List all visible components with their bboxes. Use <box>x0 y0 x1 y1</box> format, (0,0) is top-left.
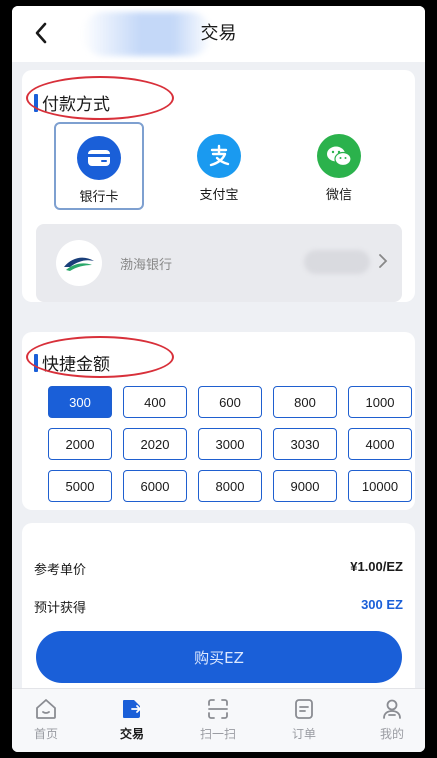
pay-method-bank-card[interactable]: 银行卡 <box>54 122 144 210</box>
alipay-icon <box>197 134 241 178</box>
tab-home[interactable]: 首页 <box>16 697 76 747</box>
bank-card-icon <box>77 136 121 180</box>
pay-method-alipay[interactable]: 支付宝 <box>174 122 264 210</box>
back-button[interactable] <box>26 18 56 48</box>
pay-method-wechat[interactable]: 微信 <box>294 122 384 210</box>
chevron-right-icon <box>379 254 388 268</box>
amount-option[interactable]: 2020 <box>123 428 187 460</box>
amount-option[interactable]: 1000 <box>348 386 412 418</box>
expected-amount-value: 300 EZ <box>361 597 403 612</box>
amount-option[interactable]: 2000 <box>48 428 112 460</box>
masked-account-number <box>304 250 370 274</box>
order-icon <box>295 699 313 719</box>
selected-bank-row[interactable]: 渤海银行 <box>36 224 402 302</box>
tab-orders[interactable]: 订单 <box>274 697 334 747</box>
unit-price-value: ¥1.00/EZ <box>350 559 403 574</box>
amount-option[interactable]: 3030 <box>273 428 337 460</box>
expected-amount-label: 预计获得 <box>34 601 87 616</box>
amount-option[interactable]: 10000 <box>348 470 412 502</box>
amount-option[interactable]: 3000 <box>198 428 262 460</box>
bohai-bank-logo-icon <box>56 240 102 286</box>
bottom-tab-bar: 首页 交易 扫一扫 订单 我的 <box>12 688 425 752</box>
amount-option[interactable]: 4000 <box>348 428 412 460</box>
tab-trade[interactable]: 交易 <box>102 697 162 747</box>
amount-option[interactable]: 5000 <box>48 470 112 502</box>
payment-method-card: 付款方式 银行卡 支付宝 微信 渤海银行 <box>22 70 415 302</box>
phone-screen: 交易 付款方式 银行卡 支付宝 微信 渤海银行 快捷金额 300 400 600… <box>12 6 425 752</box>
amount-option[interactable]: 300 <box>48 386 112 418</box>
bank-name: 渤海银行 <box>120 257 173 273</box>
scan-icon <box>208 699 228 719</box>
trade-icon <box>123 700 141 718</box>
highlight-oval-annotation <box>26 336 174 378</box>
buy-ez-button[interactable]: 购买EZ <box>36 631 402 683</box>
tab-label: 我的 <box>379 727 404 741</box>
tab-label: 订单 <box>291 727 316 741</box>
quick-amount-card: 快捷金额 300 400 600 800 1000 2000 2020 3000… <box>22 332 415 510</box>
top-navigation-bar: 交易 <box>12 6 425 62</box>
profile-icon <box>383 699 401 719</box>
unit-price-row: 参考单价 ¥1.00/EZ <box>34 559 403 578</box>
tab-label: 扫一扫 <box>199 727 236 741</box>
pay-method-label: 支付宝 <box>199 188 239 203</box>
tab-profile[interactable]: 我的 <box>362 697 422 747</box>
amount-option[interactable]: 600 <box>198 386 262 418</box>
tab-label: 首页 <box>33 727 58 741</box>
amount-option[interactable]: 400 <box>123 386 187 418</box>
amount-option[interactable]: 9000 <box>273 470 337 502</box>
back-arrow-icon <box>35 22 47 44</box>
tab-scan[interactable]: 扫一扫 <box>188 697 248 747</box>
amount-option[interactable]: 6000 <box>123 470 187 502</box>
order-summary-card: 参考单价 ¥1.00/EZ 预计获得 300 EZ 购买EZ <box>22 523 415 703</box>
highlight-oval-annotation <box>26 76 174 120</box>
expected-amount-row: 预计获得 300 EZ <box>34 597 403 616</box>
pay-method-label: 银行卡 <box>79 190 119 205</box>
amount-option[interactable]: 800 <box>273 386 337 418</box>
amount-option[interactable]: 8000 <box>198 470 262 502</box>
wechat-icon <box>317 134 361 178</box>
tab-label: 交易 <box>119 727 144 741</box>
blurred-region <box>82 12 212 56</box>
pay-method-label: 微信 <box>325 188 352 203</box>
home-icon <box>36 699 56 719</box>
unit-price-label: 参考单价 <box>34 563 87 578</box>
page-title: 交易 <box>200 23 237 44</box>
